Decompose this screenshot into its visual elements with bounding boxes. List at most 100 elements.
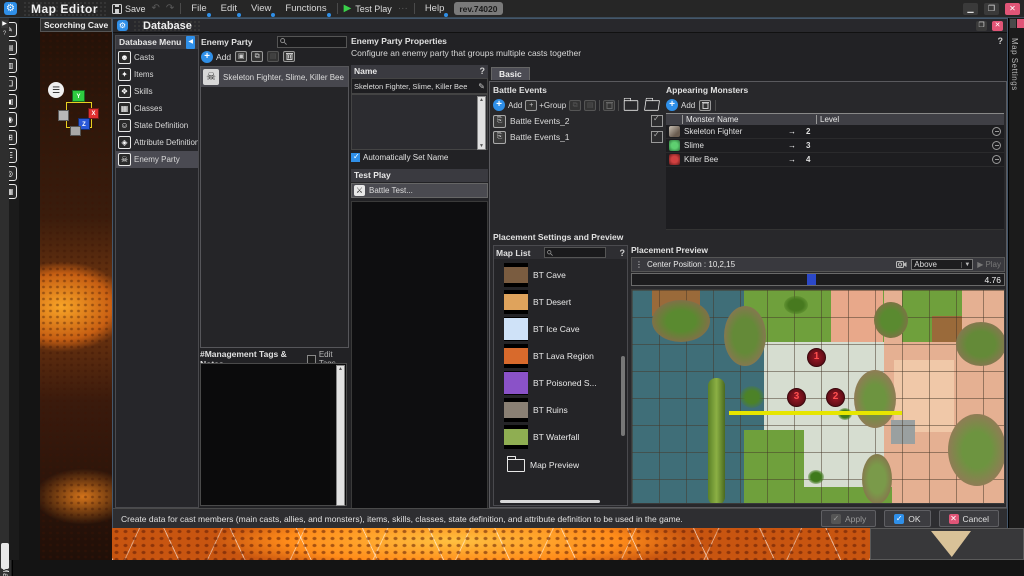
- name-list-area[interactable]: ▲ ▼: [351, 94, 488, 150]
- placement-preview-map[interactable]: 1 3 2: [631, 289, 1005, 504]
- gizmo-gray-cube[interactable]: [58, 110, 69, 121]
- copy-icon[interactable]: ⧉: [251, 51, 263, 62]
- tags-notes-textarea[interactable]: ▲: [200, 363, 347, 506]
- apply-button[interactable]: ✓ Apply: [821, 510, 876, 527]
- open-folder-icon[interactable]: [644, 100, 660, 110]
- monster-level[interactable]: 2: [800, 127, 992, 136]
- placement-marker-2[interactable]: 2: [826, 388, 845, 407]
- menu-item-skills[interactable]: ❖Skills: [116, 83, 198, 100]
- panel-dock-icon[interactable]: [1010, 19, 1016, 28]
- corner-handle[interactable]: [1, 543, 9, 569]
- event-checkbox-icon[interactable]: [651, 131, 663, 143]
- placement-marker-1[interactable]: 1: [807, 348, 826, 367]
- delete-monster-icon[interactable]: [699, 100, 711, 111]
- enemy-party-search-input[interactable]: [277, 36, 347, 48]
- delete-icon[interactable]: [603, 100, 615, 111]
- save-button[interactable]: Save: [112, 4, 146, 14]
- map-list-item[interactable]: BT Lava Region: [504, 342, 616, 369]
- map-list-item[interactable]: BT Ruins: [504, 396, 616, 423]
- menu-item-items[interactable]: ✦Items: [116, 66, 198, 83]
- monster-row[interactable]: Killer Bee → 4: [666, 153, 1004, 167]
- view-mode-select[interactable]: Above ▼: [911, 259, 973, 270]
- maximize-button[interactable]: ❐: [984, 3, 999, 15]
- enemy-party-list-item[interactable]: ☠ Skeleton Fighter, Slime, Killer Bee: [201, 67, 348, 87]
- map-3d-viewport[interactable]: ☰ Y X Z: [40, 32, 112, 560]
- menu-item-enemy-party[interactable]: ☠Enemy Party: [116, 151, 198, 168]
- folder-icon[interactable]: [624, 100, 638, 110]
- battle-event-item[interactable]: ⎘ Battle Events_2: [493, 113, 663, 129]
- minimize-button[interactable]: ▁: [963, 3, 978, 15]
- map-list-item[interactable]: BT Desert: [504, 288, 616, 315]
- column-monster-name[interactable]: Monster Name: [682, 115, 816, 124]
- column-level[interactable]: Level: [816, 115, 1004, 124]
- monster-level[interactable]: 4: [800, 155, 992, 164]
- menu-edit[interactable]: Edit: [217, 1, 241, 16]
- help-icon[interactable]: ?: [1, 30, 8, 38]
- panel-close-icon[interactable]: [1017, 19, 1024, 28]
- gizmo-gray-cube[interactable]: [70, 126, 81, 136]
- map-list-search-input[interactable]: [544, 247, 606, 258]
- scroll-down-icon[interactable]: ▼: [478, 143, 485, 149]
- new-folder-icon[interactable]: ▣: [235, 51, 247, 62]
- viewport-menu-icon[interactable]: ☰: [48, 82, 64, 98]
- menu-item-state-definition[interactable]: ☺State Definition: [116, 117, 198, 134]
- battle-test-button[interactable]: ⚔ Battle Test...: [351, 183, 488, 198]
- redo-icon[interactable]: ↷: [166, 3, 174, 14]
- auto-name-checkbox[interactable]: [351, 153, 360, 162]
- add-battle-event-button[interactable]: + Add: [493, 99, 522, 111]
- preview-play-button[interactable]: ▶ Play: [977, 260, 1001, 269]
- collapse-icon[interactable]: ▶: [1, 20, 8, 28]
- map-list-help-icon[interactable]: ?: [619, 248, 625, 258]
- menu-file[interactable]: File: [187, 1, 210, 16]
- menu-item-classes[interactable]: ▦Classes: [116, 100, 198, 117]
- menu-item-casts[interactable]: ☻Casts: [116, 49, 198, 66]
- add-group-button[interactable]: + +Group: [525, 100, 566, 111]
- map-list-item[interactable]: BT Ice Cave: [504, 315, 616, 342]
- drag-handle-icon[interactable]: ⋮: [635, 260, 643, 269]
- menu-item-attribute-definition[interactable]: ◈Attribute Definition: [116, 134, 198, 151]
- menu-functions[interactable]: Functions: [281, 1, 330, 16]
- undo-icon[interactable]: ↶: [152, 3, 160, 14]
- add-monster-button[interactable]: + Add: [666, 99, 695, 111]
- db-maximize-button[interactable]: ❐: [976, 21, 987, 31]
- event-checkbox-icon[interactable]: [651, 115, 663, 127]
- map-list-scrollbar[interactable]: [621, 356, 625, 436]
- gizmo-y-cube[interactable]: Y: [72, 90, 85, 102]
- monster-row[interactable]: Skeleton Fighter → 2: [666, 125, 1004, 139]
- delete-icon[interactable]: [283, 51, 295, 62]
- slider-thumb[interactable]: [807, 274, 816, 285]
- name-field[interactable]: Skeleton Fighter, Slime, Killer Bee ✎: [351, 78, 488, 94]
- compass-widget[interactable]: [931, 531, 971, 557]
- db-close-button[interactable]: ✕: [992, 21, 1003, 31]
- paste-icon[interactable]: ▤: [267, 51, 279, 62]
- zoom-slider[interactable]: 4.76: [631, 273, 1005, 286]
- cancel-button[interactable]: ✕ Cancel: [939, 510, 999, 527]
- paste-icon[interactable]: ▤: [584, 100, 596, 111]
- monster-level[interactable]: 3: [800, 141, 992, 150]
- menu-view[interactable]: View: [247, 1, 275, 16]
- menu-help[interactable]: Help: [421, 1, 449, 16]
- tags-scrollbar[interactable]: ▲: [336, 365, 345, 506]
- properties-help-icon[interactable]: ?: [998, 36, 1004, 46]
- name-scrollbar[interactable]: ▲ ▼: [477, 96, 486, 150]
- map-list-item[interactable]: BT Poisoned S...: [504, 369, 616, 396]
- camera-icon[interactable]: [896, 260, 907, 269]
- ok-button[interactable]: ✓ OK: [884, 510, 930, 527]
- map-list-item[interactable]: BT Cave: [504, 261, 616, 288]
- placement-marker-3[interactable]: 3: [787, 388, 806, 407]
- test-play-button[interactable]: ▶ Test Play: [344, 3, 392, 14]
- remove-row-icon[interactable]: [992, 155, 1001, 164]
- collapse-menu-icon[interactable]: ◀: [186, 36, 195, 49]
- copy-icon[interactable]: ⧉: [569, 100, 581, 111]
- tab-basic[interactable]: Basic: [491, 67, 530, 80]
- scene-tab[interactable]: Scorching Cave: [40, 18, 112, 32]
- battle-event-item[interactable]: ⎘ Battle Events_1: [493, 129, 663, 145]
- name-help-icon[interactable]: ?: [480, 65, 486, 78]
- map-list-hscrollbar[interactable]: [500, 500, 600, 503]
- remove-row-icon[interactable]: [992, 141, 1001, 150]
- scroll-up-icon[interactable]: ▲: [478, 97, 485, 103]
- scroll-up-icon[interactable]: ▲: [337, 366, 344, 372]
- remove-row-icon[interactable]: [992, 127, 1001, 136]
- more-menu[interactable]: ···: [398, 3, 408, 14]
- add-enemy-party-button[interactable]: + Add: [201, 51, 231, 63]
